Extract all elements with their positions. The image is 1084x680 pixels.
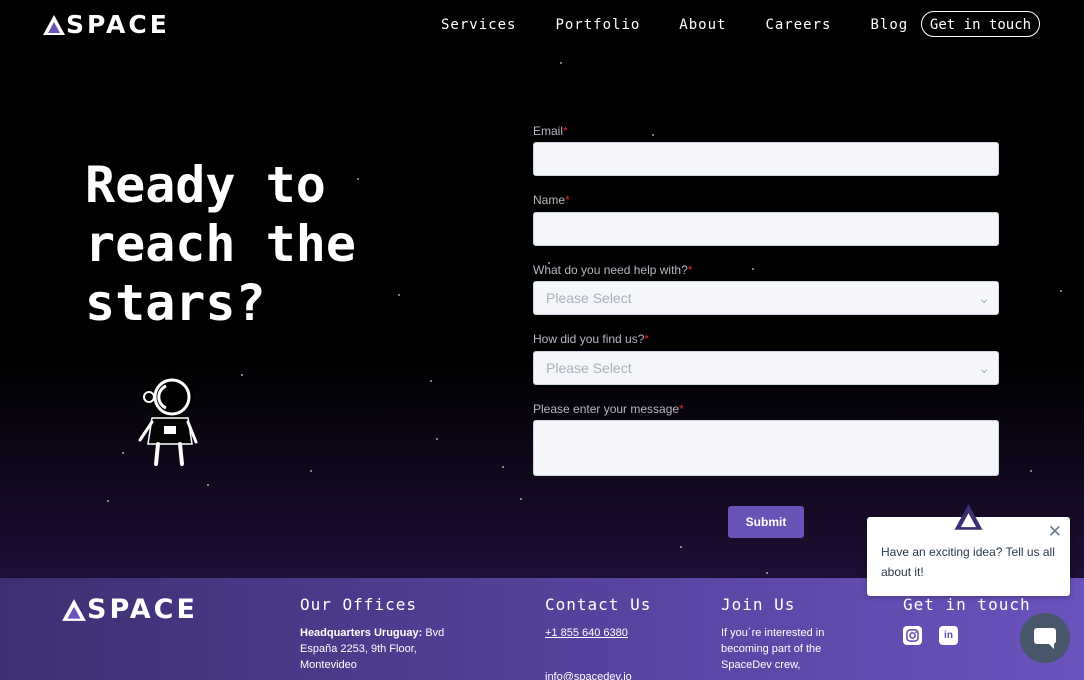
source-label-text: How did you find us? [533, 332, 645, 346]
star [436, 438, 438, 440]
star [766, 572, 768, 574]
chat-icon [1034, 628, 1056, 649]
star [207, 484, 209, 486]
email-label: Email* [533, 124, 568, 138]
hero-headline: Ready to reach the stars? [85, 156, 425, 333]
nav-item-about[interactable]: About [679, 17, 726, 33]
star [1060, 290, 1062, 292]
star [752, 268, 754, 270]
logo-triangle-icon [43, 14, 65, 35]
required-mark: * [687, 263, 693, 277]
required-mark: * [679, 402, 684, 416]
help-select-value: Please Select [546, 290, 632, 306]
headline-line: stars? [85, 274, 266, 332]
offices-address: Headquarters Uruguay: Bvd España 2253, 9… [300, 625, 460, 673]
help-label-text: What do you need help with? [533, 263, 688, 277]
star [560, 62, 562, 64]
chat-logo-icon [954, 504, 983, 530]
linkedin-icon[interactable]: in [939, 626, 958, 645]
contact-heading: Contact Us [545, 595, 652, 614]
help-select[interactable]: Please Select ⌄ [533, 281, 999, 315]
help-label: What do you need help with?* [533, 263, 692, 277]
source-select-value: Please Select [546, 360, 632, 376]
star [1030, 470, 1032, 472]
join-heading: Join Us [721, 595, 796, 614]
star [502, 466, 504, 468]
star [241, 374, 243, 376]
offices-bold: Headquarters Uruguay: [300, 627, 423, 639]
logo-triangle-icon [62, 598, 86, 621]
submit-button[interactable]: Submit [728, 506, 804, 538]
headline-line: reach the [85, 215, 356, 273]
source-label: How did you find us?* [533, 332, 649, 346]
instagram-icon[interactable] [903, 626, 922, 645]
get-in-touch-button[interactable]: Get in touch [921, 11, 1040, 37]
star [122, 452, 124, 454]
chat-launcher-button[interactable] [1020, 613, 1070, 663]
footer-logo[interactable]: SPACE [61, 596, 198, 623]
footer-logo-text: SPACE [87, 594, 198, 625]
nav-item-careers[interactable]: Careers [765, 17, 831, 33]
chevron-down-icon: ⌄ [978, 359, 990, 376]
name-field[interactable] [533, 212, 999, 246]
star [107, 500, 109, 502]
email-link[interactable]: info@spacedev.io [545, 669, 632, 680]
message-textarea[interactable] [533, 420, 999, 476]
star [680, 546, 682, 548]
main-nav: Services Portfolio About Careers Blog [441, 17, 908, 33]
star [520, 498, 522, 500]
star [310, 470, 312, 472]
name-label-text: Name [533, 193, 566, 207]
name-label: Name* [533, 193, 570, 207]
chat-bubble-text: Have an exciting idea? Tell us all about… [881, 545, 1055, 579]
message-label: Please enter your message* [533, 402, 684, 416]
message-label-text: Please enter your message [533, 402, 680, 416]
star [430, 380, 432, 382]
offices-heading: Our Offices [300, 595, 417, 614]
star [652, 134, 654, 136]
email-label-text: Email [533, 124, 564, 138]
headline-line: Ready to [85, 156, 326, 214]
logo-text: SPACE [66, 10, 170, 39]
nav-item-portfolio[interactable]: Portfolio [555, 17, 640, 33]
close-icon[interactable]: ✕ [1048, 523, 1062, 540]
brand-logo[interactable]: SPACE [42, 12, 170, 37]
required-mark: * [565, 193, 570, 207]
email-field[interactable] [533, 142, 999, 176]
astronaut-illustration [138, 372, 198, 466]
required-mark: * [644, 332, 650, 346]
chevron-down-icon: ⌄ [978, 289, 990, 306]
nav-item-blog[interactable]: Blog [870, 17, 908, 33]
source-select[interactable]: Please Select ⌄ [533, 351, 999, 385]
join-text: If you´re interested in becoming part of… [721, 627, 825, 671]
nav-item-services[interactable]: Services [441, 17, 516, 33]
required-mark: * [563, 124, 568, 138]
phone-link[interactable]: +1 855 640 6380 [545, 625, 628, 641]
touch-heading: Get in touch [903, 595, 1031, 614]
